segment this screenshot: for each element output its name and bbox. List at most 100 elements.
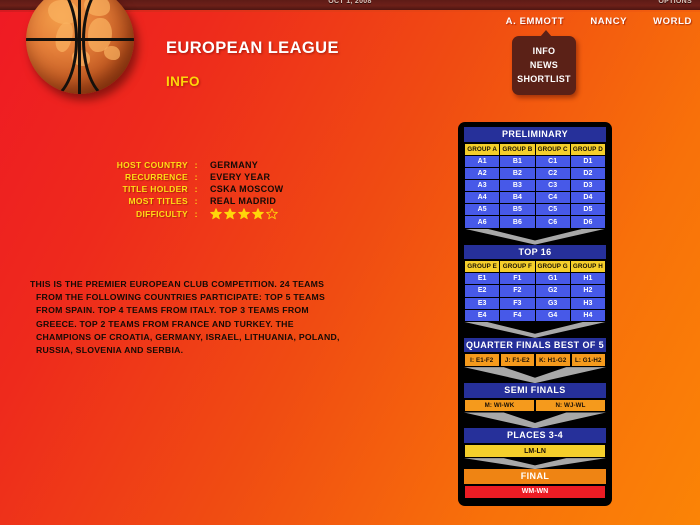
- cell: B4: [499, 191, 536, 205]
- cell: E1: [463, 272, 501, 286]
- page-title: EUROPEAN LEAGUE: [166, 39, 339, 57]
- match-cell-i: I: E1-F2: [464, 353, 500, 368]
- cell: B6: [499, 215, 536, 229]
- cell: B3: [499, 178, 536, 193]
- dropdown-item-news[interactable]: NEWS: [516, 58, 572, 72]
- column-header-group-d: GROUP D: [569, 142, 607, 156]
- star-filled-icon: [252, 208, 264, 220]
- difficulty-star-rating: [204, 208, 283, 220]
- table-row: E4 F4 G4 H4: [463, 308, 607, 322]
- stage-places-3-4: PLACES 3-4 LM-LN: [464, 428, 606, 459]
- column-header-group-a: GROUP A: [463, 142, 501, 156]
- field-label-recurrence: RECURRENCE: [125, 172, 188, 182]
- field-value-recurrence: EVERY YEAR: [210, 172, 271, 182]
- cell: G1: [534, 272, 571, 286]
- top16-groups-table: GROUP E GROUP F GROUP G GROUP H E1 F1 G1…: [463, 260, 607, 322]
- cell: A3: [463, 178, 501, 193]
- nav-item-world[interactable]: WORLD: [653, 16, 692, 27]
- field-value-title-holder: CSKA MOSCOW: [210, 184, 284, 194]
- cell: B5: [499, 203, 536, 217]
- cell: D1: [569, 154, 607, 168]
- match-cell-n: N: WJ-WL: [535, 398, 606, 413]
- nav-item-club[interactable]: NANCY: [590, 16, 627, 27]
- cell: D4: [569, 191, 607, 205]
- column-header-group-g: GROUP G: [534, 260, 571, 274]
- competition-info-fields: HOST COUNTRY : GERMANY RECURRENCE : EVER…: [88, 160, 283, 220]
- cell: D6: [569, 215, 607, 229]
- cell: G2: [534, 284, 571, 298]
- bracket-connector-icon: [464, 367, 606, 384]
- column-header-group-b: GROUP B: [499, 142, 536, 156]
- field-label-title-holder: TITLE HOLDER: [122, 184, 188, 194]
- cell: E2: [463, 284, 501, 298]
- field-colon: :: [194, 184, 198, 194]
- cell: H2: [569, 284, 607, 298]
- cell: D5: [569, 203, 607, 217]
- stage-quarter-finals: QUARTER FINALS BEST OF 5 I: E1-F2 J: F1-…: [464, 337, 606, 368]
- cell: C5: [534, 203, 571, 217]
- stage-title-semi-finals: SEMI FINALS: [464, 383, 606, 399]
- topbar-options-button[interactable]: OPTIONS: [658, 0, 692, 5]
- bracket-connector-icon: [464, 321, 606, 338]
- description-line: FROM THE FOLLOWING COUNTRIES PARTICIPATE…: [36, 292, 325, 303]
- nav-dropdown-menu: INFO NEWS SHORTLIST: [512, 30, 576, 95]
- stage-top16: TOP 16 GROUP E GROUP F GROUP G GROUP H E…: [463, 244, 607, 322]
- star-filled-icon: [238, 208, 250, 220]
- cell: C4: [534, 191, 571, 205]
- competition-format-panel: PRELIMINARY GROUP A GROUP B GROUP C GROU…: [458, 122, 612, 506]
- table-header-row: GROUP A GROUP B GROUP C GROUP D: [463, 142, 607, 156]
- cell: E4: [463, 308, 501, 322]
- cell: A4: [463, 191, 501, 205]
- table-row: E1 F1 G1 H1: [463, 272, 607, 286]
- dropdown-item-info[interactable]: INFO: [516, 44, 572, 58]
- field-label-host-country: HOST COUNTRY: [116, 160, 188, 170]
- description-line: FROM SPAIN. TOP 4 TEAMS FROM ITALY. TOP …: [36, 305, 309, 316]
- stage-title-preliminary: PRELIMINARY: [464, 127, 606, 143]
- cell: G4: [534, 308, 571, 322]
- description-line: RUSSIA, SLOVENIA AND SERBIA.: [36, 345, 184, 356]
- dropdown-item-shortlist[interactable]: SHORTLIST: [516, 72, 572, 86]
- table-row: A3 B3 C3 D3: [463, 178, 607, 193]
- field-colon: :: [194, 196, 198, 206]
- cell: G3: [534, 296, 571, 310]
- cell: A6: [463, 215, 501, 229]
- field-colon: :: [194, 172, 198, 182]
- preliminary-groups-table: GROUP A GROUP B GROUP C GROUP D A1 B1 C1…: [463, 142, 607, 229]
- table-row: E3 F3 G3 H3: [463, 296, 607, 310]
- page-subtitle: INFO: [166, 74, 200, 89]
- column-header-group-h: GROUP H: [569, 260, 607, 274]
- description-line: THIS IS THE PREMIER EUROPEAN CLUB COMPET…: [30, 279, 325, 289]
- bracket-connector-icon: [464, 228, 606, 245]
- cell: C2: [534, 166, 571, 180]
- column-header-group-c: GROUP C: [534, 142, 571, 156]
- match-cell-m: M: WI-WK: [464, 398, 535, 413]
- description-line: GREECE. TOP 2 TEAMS FROM FRANCE AND TURK…: [36, 318, 294, 329]
- stage-title-quarter-finals: QUARTER FINALS BEST OF 5: [464, 337, 606, 354]
- cell: B2: [499, 166, 536, 180]
- competition-description: THIS IS THE PREMIER EUROPEAN CLUB COMPET…: [30, 278, 360, 357]
- field-label-most-titles: MOST TITLES: [128, 196, 188, 206]
- field-value-most-titles: REAL MADRID: [210, 196, 277, 206]
- stage-title-places-3-4: PLACES 3-4: [464, 428, 606, 444]
- cell: A1: [463, 154, 501, 168]
- cell: F2: [499, 284, 536, 298]
- cell: F4: [499, 308, 536, 322]
- cell: D3: [569, 178, 607, 193]
- bracket-connector-icon: [464, 458, 606, 470]
- table-row: A1 B1 C1 D1: [463, 154, 607, 168]
- cell: F3: [499, 296, 536, 310]
- match-cell-j: J: F1-E2: [499, 353, 535, 368]
- cell: F1: [499, 272, 536, 286]
- match-cell-l: L: G1-H2: [570, 353, 606, 368]
- description-line: CHAMPIONS OF CROATIA, GERMANY, ISRAEL, L…: [36, 331, 340, 342]
- cell: H3: [569, 296, 607, 310]
- quarter-finals-matches: I: E1-F2 J: F1-E2 K: H1-G2 L: G1-H2: [464, 353, 606, 368]
- cell: D2: [569, 166, 607, 180]
- match-cell-k: K: H1-G2: [535, 353, 571, 368]
- match-cell-places-3-4: LM-LN: [464, 443, 606, 459]
- dropdown-tail-icon: [540, 30, 552, 37]
- nav-item-manager[interactable]: A. EMMOTT: [506, 16, 565, 27]
- star-filled-icon: [210, 208, 222, 220]
- star-filled-icon: [224, 208, 236, 220]
- table-row: E2 F2 G2 H2: [463, 284, 607, 298]
